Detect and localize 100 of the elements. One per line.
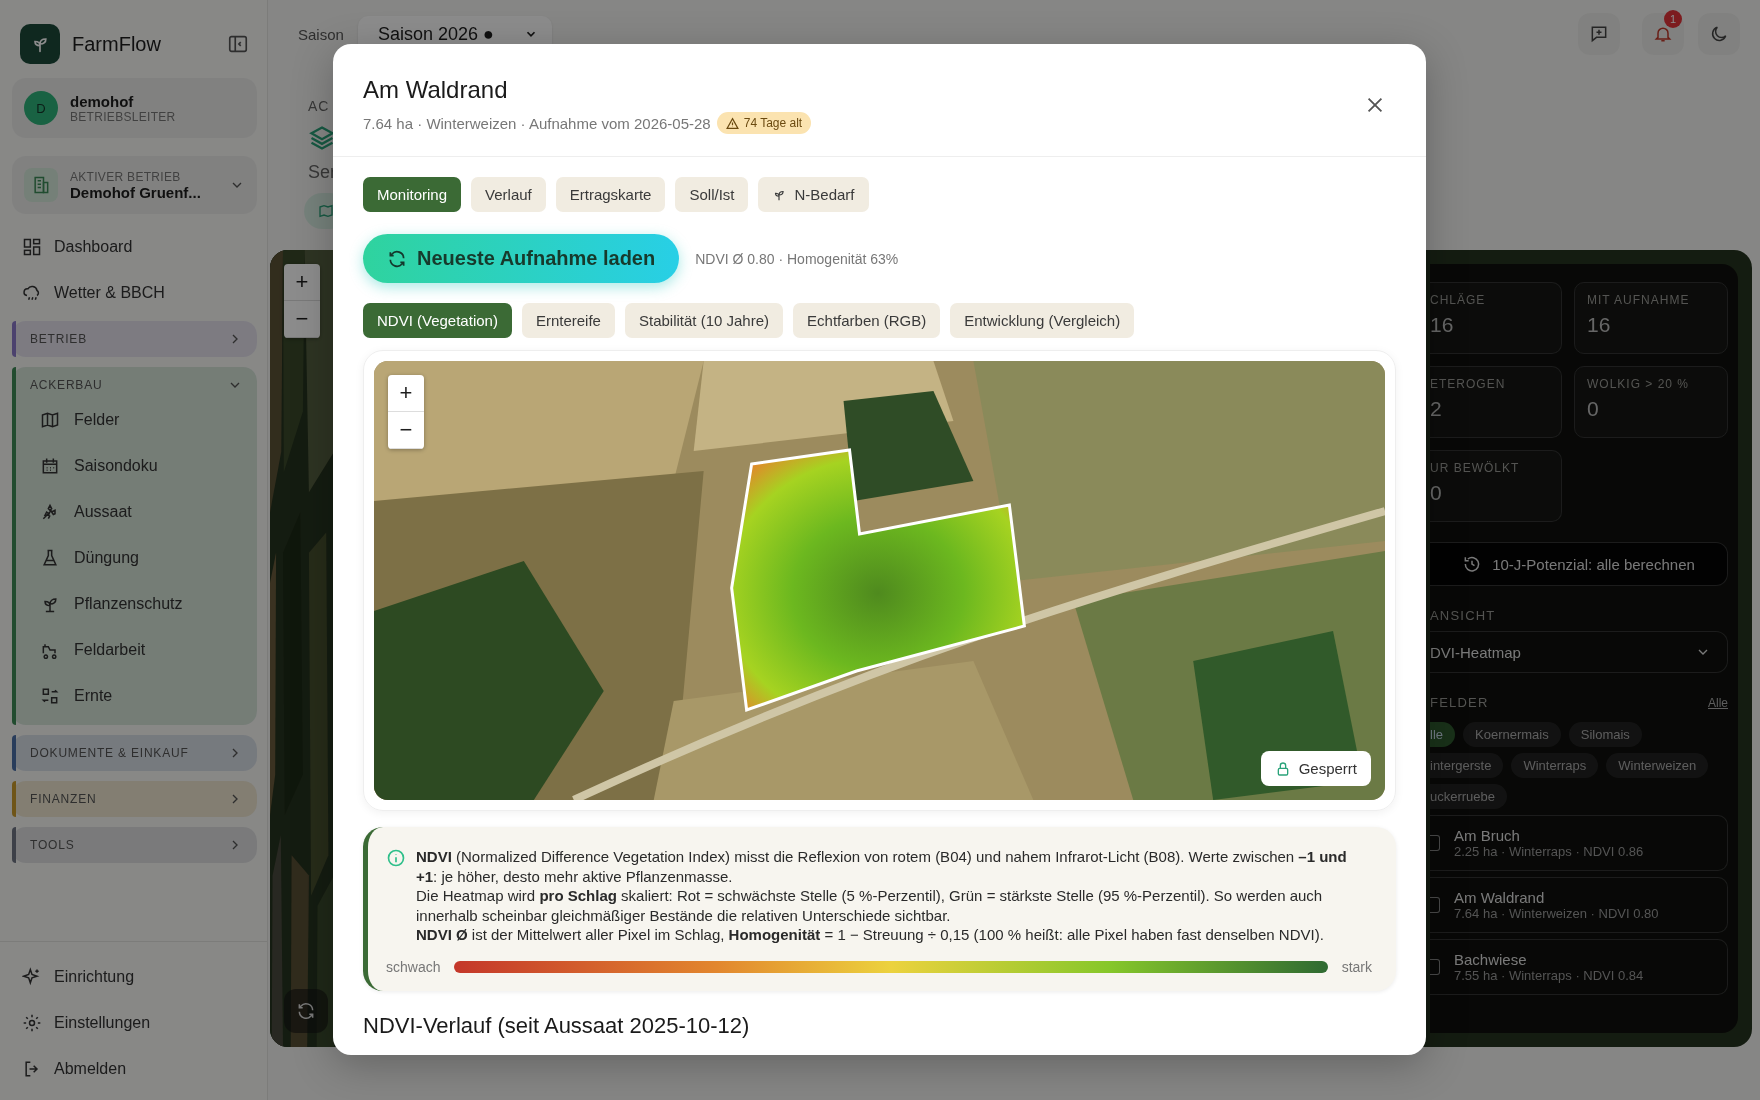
nav-group-header[interactable]: BETRIEB [12, 321, 257, 357]
brand-name: FarmFlow [72, 32, 162, 56]
stat-label: CHLÄGE [1430, 293, 1487, 307]
field-row[interactable]: Bachwiese 7.55 ha · Winterraps · NDVI 0.84 [1430, 939, 1728, 995]
feedback-button[interactable] [1578, 13, 1620, 55]
legend-high-label: stark [1341, 958, 1372, 975]
sparkle-icon [22, 967, 42, 987]
page-subtitle: Ser [308, 162, 336, 183]
field-row[interactable]: Am Waldrand 7.64 ha · Winterweizen · NDVI 0.80 [1430, 877, 1728, 933]
company-label: AKTIVER BETRIEB [70, 169, 182, 184]
crop-filter-chip[interactable]: Silomais [1568, 722, 1642, 747]
layer-tab[interactable]: Echtfarben (RGB) [793, 303, 941, 338]
view-select[interactable]: DVI-Heatmap [1430, 631, 1728, 673]
company-selector[interactable]: AKTIVER BETRIEB Demohof Gruenf... [12, 156, 257, 214]
field-meta: 7.64 ha · Winterweizen · NDVI 0.80 [1454, 906, 1659, 921]
modal-subtitle: 7.64 ha · Winterweizen · Aufnahme vom 2026-05-28 [363, 114, 711, 132]
checkbox[interactable] [1430, 897, 1440, 913]
zoom-in-button[interactable]: + [388, 375, 424, 412]
building-icon [24, 168, 58, 202]
section-heading: NDVI-Verlauf (seit Aussaat 2025-10-12) [363, 1012, 751, 1039]
crop-filter-chip[interactable]: intergerste [1430, 753, 1504, 778]
nav-item[interactable]: Ernte [12, 673, 257, 719]
flask-icon [40, 548, 60, 568]
crop-filter-chip[interactable]: lle [1430, 722, 1455, 747]
refresh-icon [296, 1001, 316, 1021]
crop-filter-chip[interactable]: Koernermais [1463, 722, 1561, 747]
dark-mode-button[interactable] [1698, 13, 1740, 55]
locked-button[interactable]: Gesperrt [1260, 751, 1371, 786]
stat-value: 16 [1587, 313, 1612, 337]
section-label: AC [308, 98, 330, 114]
nav-item[interactable]: Pflanzenschutz [12, 581, 257, 627]
layer-tab[interactable]: NDVI (Vegetation) [363, 303, 512, 338]
nav-item[interactable]: Abmelden [12, 1046, 267, 1092]
sidebar-collapse-icon[interactable] [227, 33, 249, 55]
zoom-in-button[interactable]: + [284, 264, 320, 301]
map-icon [318, 203, 334, 219]
nav-item[interactable]: Saisondoku [12, 443, 257, 489]
stat-value: 16 [1430, 313, 1455, 337]
company-name: Demohof Gruenf... [70, 183, 201, 201]
stat-label: UR BEWÖLKT [1430, 461, 1521, 475]
field-meta: 7.55 ha · Winterraps · NDVI 0.84 [1454, 968, 1644, 983]
season-label: Saison [298, 25, 344, 43]
nav-item[interactable]: Düngung [12, 535, 257, 581]
nav-group-header[interactable]: DOKUMENTE & EINKAUF [12, 735, 257, 771]
tab[interactable]: N-Bedarf [758, 177, 869, 212]
field-name: Am Bruch [1454, 827, 1521, 844]
settings-icon [22, 1013, 42, 1033]
dashboard-icon [22, 237, 42, 257]
crop-filter-chip[interactable]: uckerruebe [1430, 784, 1508, 809]
tab[interactable]: Verlauf [471, 177, 546, 212]
nav-group-header[interactable]: FINANZEN [12, 781, 257, 817]
all-link[interactable]: Alle [1708, 696, 1728, 710]
layer-tab[interactable]: Stabilität (10 Jahre) [624, 303, 784, 338]
notification-count: 1 [1664, 10, 1682, 28]
notifications-button[interactable] [1642, 13, 1684, 55]
stat-label: WOLKIG > 20 % [1587, 377, 1691, 391]
modal-title: Am Waldrand [363, 76, 509, 104]
user-name: demohof [70, 92, 135, 110]
fields-label: FELDER [1430, 695, 1489, 710]
info-icon [386, 848, 406, 868]
warning-icon [725, 116, 739, 130]
checkbox[interactable] [1430, 959, 1440, 975]
zoom-out-button[interactable]: − [388, 412, 424, 449]
nav-item[interactable]: Dashboard [12, 224, 257, 270]
stat-value: 2 [1430, 397, 1443, 421]
load-image-button[interactable]: Neueste Aufnahme laden [363, 234, 680, 283]
message-plus-icon [1589, 24, 1609, 44]
nav-item[interactable]: Wetter & BBCH [12, 270, 257, 316]
stat-value: 0 [1430, 481, 1443, 505]
view-label: ANSICHT [1430, 608, 1497, 623]
nav-group-header[interactable]: TOOLS [12, 827, 257, 863]
refresh-icon [387, 248, 407, 269]
tab[interactable]: Ertragskarte [555, 177, 666, 212]
field-name: Am Waldrand [1454, 889, 1546, 906]
stat-label: ETEROGEN [1430, 377, 1507, 391]
crop-filter-chip[interactable]: Winterraps [1511, 753, 1599, 778]
crop-filter-chip[interactable]: Winterweizen [1606, 753, 1709, 778]
info-paragraph: Die Heatmap wird pro Schlag skaliert: Rot = schwächste Stelle (5 %-Perzentil), Grün = stärkste Stelle (95 %-Perzentil). So werden auch innerhalb scheinbar gleichmäßiger Bestände die relativen Unterschiede sichtbar. [416, 886, 1324, 925]
tab[interactable]: Monitoring [363, 177, 462, 212]
tab[interactable]: Soll/Ist [675, 177, 749, 212]
field-row[interactable]: Am Bruch 2.25 ha · Winterraps · NDVI 0.86 [1430, 815, 1728, 871]
legend-low-label: schwach [386, 958, 441, 975]
nav-item[interactable]: Feldarbeit [12, 627, 257, 673]
user-avatar: D [24, 91, 58, 125]
layer-tab[interactable]: Erntereife [521, 303, 615, 338]
map-icon [40, 410, 60, 430]
layer-tab[interactable]: Entwicklung (Vergleich) [950, 303, 1135, 338]
info-paragraph: NDVI Ø ist der Mittelwert aller Pixel im Schlag, Homogenität = 1 − Streuung ÷ 0,15 (100 % heißt: alle Pixel haben fast denselben NDVI). [416, 925, 1325, 945]
zoom-out-button[interactable]: − [284, 301, 320, 338]
layers-icon [308, 124, 336, 152]
stat-label: MIT AUFNAHME [1587, 293, 1691, 307]
nav-item[interactable]: Einstellungen [12, 1000, 267, 1046]
nav-item[interactable]: Einrichtung [12, 954, 267, 1000]
ndvi-summary: NDVI Ø 0.80 · Homogenität 63% [695, 250, 899, 267]
potential-button[interactable]: 10-J-Potenzial: alle berechnen [1430, 542, 1728, 586]
calendar-icon [40, 456, 60, 476]
age-badge: 74 Tage alt [716, 112, 812, 134]
user-card[interactable]: D demohof BETRIEBSLEITER [12, 78, 257, 138]
nav-item[interactable]: Aussaat [12, 489, 257, 535]
checkbox[interactable] [1430, 835, 1440, 851]
